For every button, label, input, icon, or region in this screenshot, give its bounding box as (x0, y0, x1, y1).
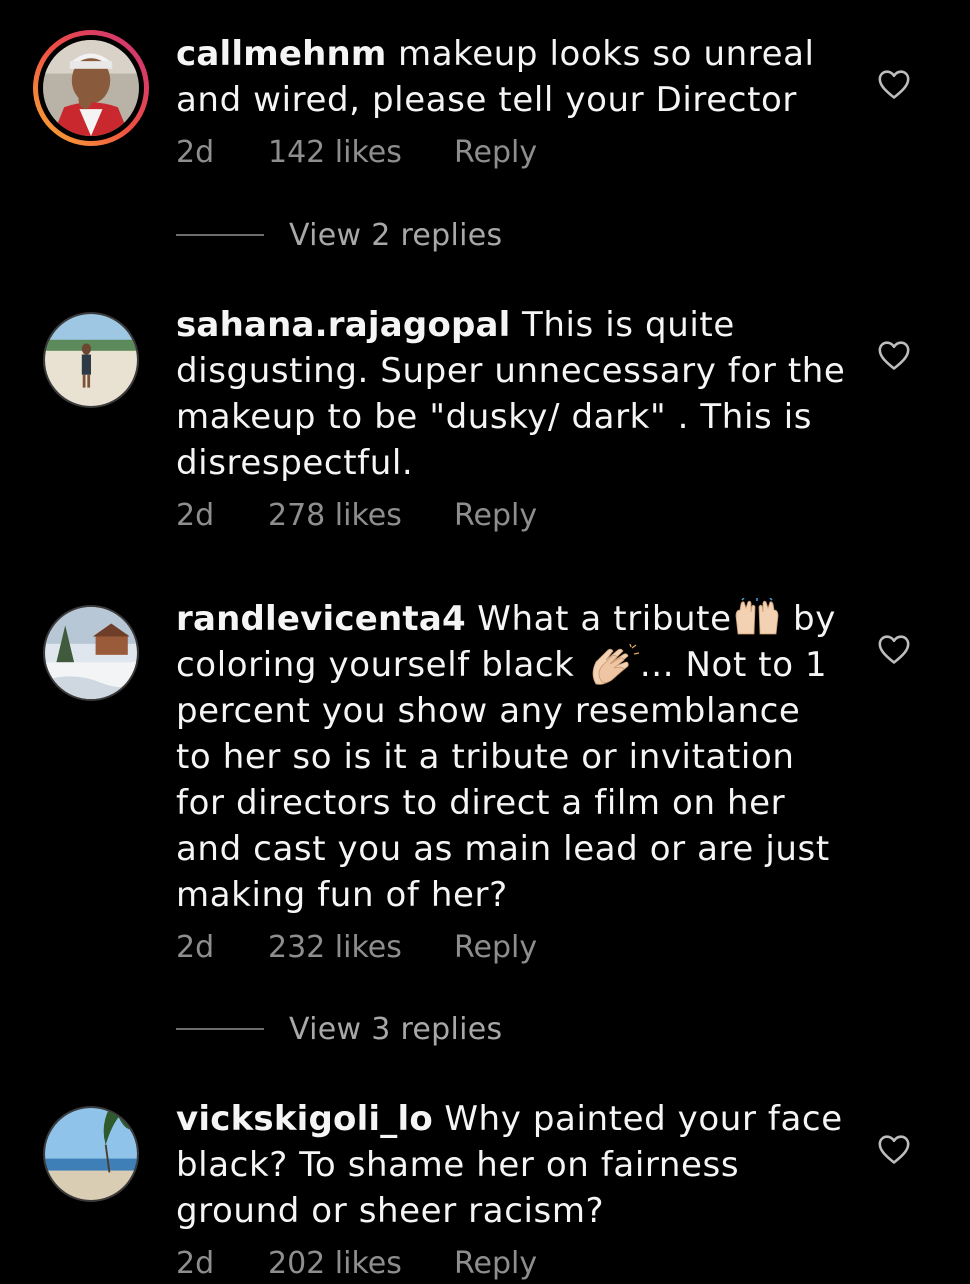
likes-count[interactable]: 278 likes (268, 496, 454, 536)
comment-content: What a tribute (477, 599, 732, 639)
comment-meta: 2d 232 likes Reply (176, 928, 846, 968)
likes-count[interactable]: 202 likes (268, 1244, 454, 1284)
timestamp: 2d (176, 135, 215, 170)
heart-outline-icon[interactable] (877, 633, 911, 665)
comment-text: vickskigoli_lo Why painted your face bla… (176, 1096, 846, 1234)
view-replies-button[interactable]: View 2 replies (176, 215, 502, 255)
raising-hands-emoji (732, 598, 782, 636)
avatar-sahana-icon[interactable] (43, 312, 139, 408)
comment-meta: 2d 278 likes Reply (176, 496, 846, 536)
reply-button[interactable]: Reply (454, 928, 537, 968)
comment-content: ... Not to 1 percent you show any resemb… (176, 645, 830, 915)
likes-count[interactable]: 232 likes (268, 928, 454, 968)
heart-outline-icon[interactable] (877, 1133, 911, 1165)
timestamp: 2d (176, 930, 215, 965)
reply-button[interactable]: Reply (454, 1244, 537, 1284)
view-replies-label: View 2 replies (289, 217, 503, 253)
comment-text: sahana.rajagopal This is quite disgustin… (176, 302, 846, 486)
clapping-hands-emoji (586, 644, 640, 685)
avatar[interactable] (33, 30, 149, 146)
username[interactable]: sahana.rajagopal (176, 305, 511, 345)
divider (176, 1028, 264, 1030)
timestamp: 2d (176, 498, 215, 533)
avatar-callmehnm-icon (43, 40, 139, 136)
reply-button[interactable]: Reply (454, 133, 537, 173)
username[interactable]: callmehnm (176, 34, 387, 74)
comment-meta: 2d 202 likes Reply (176, 1244, 846, 1284)
reply-button[interactable]: Reply (454, 496, 537, 536)
avatar-vickskigoli-icon[interactable] (43, 1106, 139, 1202)
heart-outline-icon[interactable] (877, 68, 911, 100)
comment-text: randlevicenta4 What a tribute by colorin… (176, 596, 846, 918)
username[interactable]: vickskigoli_lo (176, 1099, 433, 1139)
comment-body: sahana.rajagopal This is quite disgustin… (176, 302, 846, 536)
heart-outline-icon[interactable] (877, 339, 911, 371)
view-replies-label: View 3 replies (289, 1011, 503, 1047)
comment-body: callmehnm makeup looks so unreal and wir… (176, 31, 846, 173)
divider (176, 234, 264, 236)
comment-body: randlevicenta4 What a tribute by colorin… (176, 596, 846, 968)
avatar-randlevicenta4-icon[interactable] (43, 605, 139, 701)
username[interactable]: randlevicenta4 (176, 599, 466, 639)
view-replies-button[interactable]: View 3 replies (176, 1009, 502, 1049)
comment-body: vickskigoli_lo Why painted your face bla… (176, 1096, 846, 1284)
comment-text: callmehnm makeup looks so unreal and wir… (176, 31, 846, 123)
likes-count[interactable]: 142 likes (268, 133, 454, 173)
timestamp: 2d (176, 1246, 215, 1281)
comment-meta: 2d 142 likes Reply (176, 133, 846, 173)
